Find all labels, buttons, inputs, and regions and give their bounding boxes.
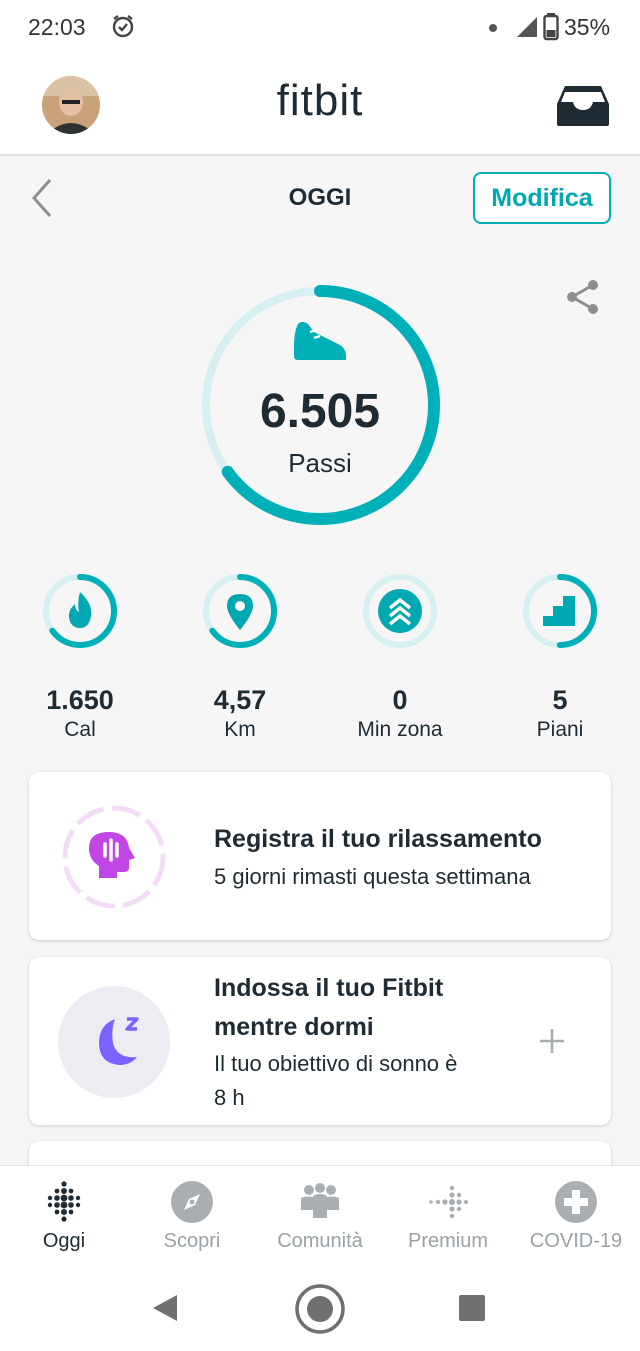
nav-label-comunita: Comunità <box>277 1230 363 1252</box>
app-header: fitbit <box>0 56 640 156</box>
sleep-card-title-line2: mentre dormi <box>214 1013 374 1041</box>
status-bar: 22:03 35% <box>0 0 640 56</box>
steps-value: 6.505 <box>259 385 381 438</box>
system-home-icon[interactable] <box>294 1283 346 1335</box>
premium-dots-icon <box>429 1185 468 1219</box>
signal-icon <box>517 17 537 37</box>
share-icon[interactable] <box>565 278 601 316</box>
nav-label-premium: Premium <box>407 1230 488 1252</box>
calories-value: 1.650 <box>46 685 114 715</box>
sleep-card-subtitle-line2: 8 h <box>214 1085 245 1110</box>
zone-minutes-value: 0 <box>392 685 408 715</box>
distance-ring <box>203 574 277 648</box>
calories-label: Cal <box>64 718 96 741</box>
stat-calories[interactable]: 1.650 Cal <box>0 572 160 742</box>
stat-distance[interactable]: 4,57 Km <box>160 572 320 742</box>
sleep-card-subtitle-line1: Il tuo obiettivo di sonno è <box>214 1051 458 1076</box>
medical-cross-icon <box>555 1181 597 1223</box>
chevron-up-icon <box>378 589 422 633</box>
nav-label-covid: COVID-19 <box>529 1230 623 1252</box>
location-pin-icon <box>227 594 253 630</box>
date-bar: OGGI Modifica <box>0 156 640 246</box>
fitbit-dots-icon <box>47 1181 81 1222</box>
stairs-icon <box>543 596 575 626</box>
battery-percent: 35% <box>564 14 611 40</box>
status-time: 22:03 <box>28 14 86 40</box>
floors-ring <box>523 574 597 648</box>
compass-icon <box>171 1181 213 1223</box>
steps-label: Passi <box>288 448 352 478</box>
distance-label: Km <box>224 718 256 741</box>
flame-icon <box>68 592 92 628</box>
floors-label: Piani <box>536 718 584 741</box>
sleep-card-title-line1: Indossa il tuo Fitbit <box>214 974 444 1002</box>
relax-card-subtitle: 5 giorni rimasti questa settimana <box>214 864 531 889</box>
system-back-icon[interactable] <box>151 1293 181 1323</box>
sleep-card[interactable]: Indossa il tuo Fitbit mentre dormi Il tu… <box>29 957 611 1125</box>
system-navigation-bar <box>0 1265 640 1351</box>
community-icon <box>301 1183 339 1218</box>
calories-ring <box>43 574 117 648</box>
nav-label-scopri: Scopri <box>163 1230 221 1252</box>
nav-item-scopri[interactable]: Scopri <box>128 1180 256 1253</box>
sleep-moon-icon <box>58 986 170 1098</box>
nav-item-covid[interactable]: COVID-19 <box>512 1180 640 1253</box>
stat-zone-minutes[interactable]: 0 Min zona <box>320 572 480 742</box>
shoe-icon <box>294 322 346 360</box>
inbox-icon[interactable] <box>555 84 611 128</box>
bottom-navigation: Oggi Scopri Comunità Premium COVID-19 <box>0 1165 640 1265</box>
brand-logo: fitbit <box>276 76 364 125</box>
nav-label-oggi: Oggi <box>42 1230 86 1252</box>
floors-value: 5 <box>552 685 568 715</box>
distance-value: 4,57 <box>213 685 267 715</box>
nav-item-oggi[interactable]: Oggi <box>0 1180 128 1253</box>
relax-head-icon <box>62 805 166 909</box>
relax-card-title: Registra il tuo rilassamento <box>214 825 542 853</box>
notification-dot <box>489 24 497 32</box>
relax-card[interactable]: Registra il tuo rilassamento 5 giorni ri… <box>29 772 611 940</box>
system-recents-icon[interactable] <box>458 1294 486 1322</box>
nav-item-premium[interactable]: Premium <box>384 1180 512 1253</box>
add-plus-icon[interactable] <box>538 1027 566 1055</box>
nav-item-comunita[interactable]: Comunità <box>256 1180 384 1253</box>
stat-floors[interactable]: 5 Piani <box>480 572 640 742</box>
zone-minutes-ring <box>363 574 437 648</box>
edit-button[interactable]: Modifica <box>473 172 611 224</box>
battery-icon <box>543 13 559 41</box>
zone-minutes-label: Min zona <box>357 718 443 741</box>
alarm-icon <box>112 15 134 38</box>
